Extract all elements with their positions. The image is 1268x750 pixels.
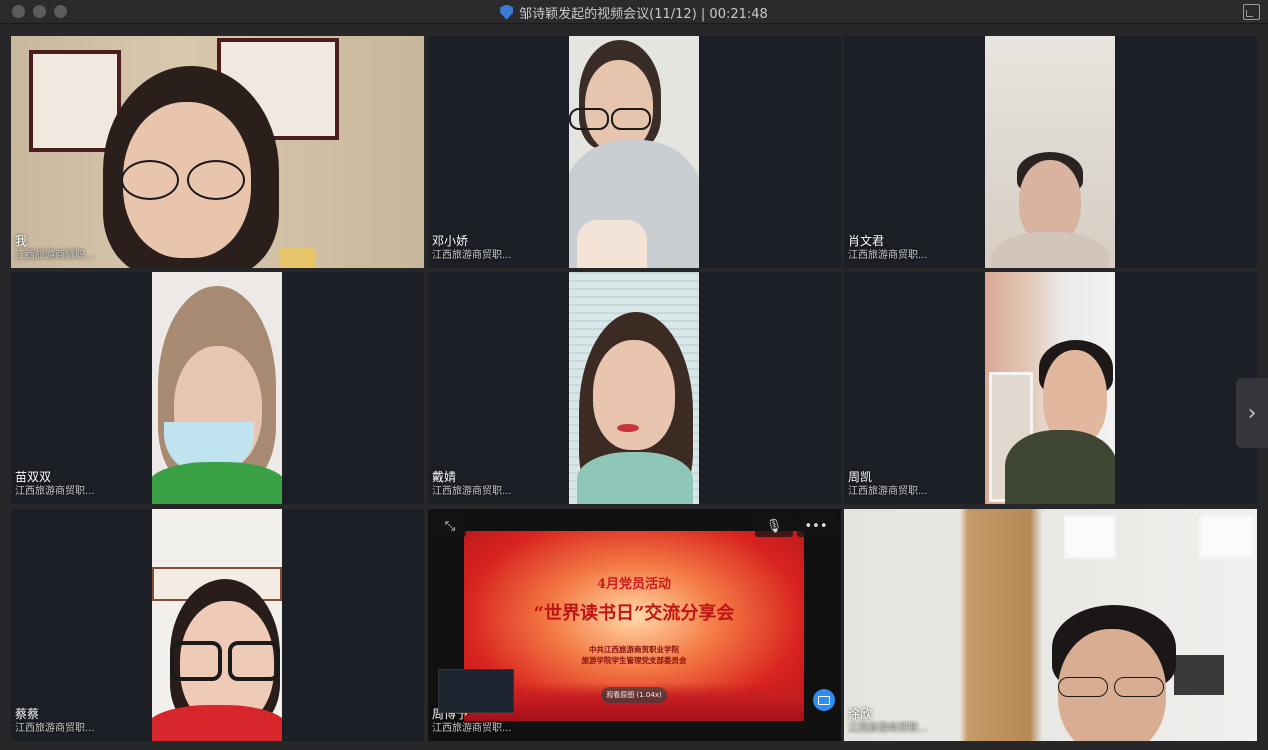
more-icon[interactable]: ••• <box>797 515 835 537</box>
video-feed <box>985 272 1115 504</box>
body <box>991 232 1109 268</box>
participant-org: 江西旅游商贸职... <box>848 486 928 497</box>
participant-tile[interactable]: 邓小娇 江西旅游商贸职... <box>428 36 841 268</box>
shield-icon[interactable] <box>500 4 514 20</box>
participant-name: 戴婧 <box>432 470 457 484</box>
participant-org: 江西旅游商贸职... <box>848 723 928 734</box>
participant-name: 蔡蔡 <box>15 707 40 721</box>
participant-tile[interactable]: 涂欣 江西旅游商贸职... <box>844 509 1257 741</box>
participant-org: 江西旅游商贸职... <box>15 250 95 261</box>
restore-window-icon[interactable] <box>1243 4 1260 20</box>
glasses <box>228 641 280 681</box>
self-thumbnail[interactable] <box>438 669 514 713</box>
body <box>152 462 282 504</box>
glasses <box>187 160 245 200</box>
participant-name: 涂欣 <box>848 707 873 721</box>
participant-org: 江西旅游商贸职... <box>432 250 512 261</box>
participant-tile[interactable]: 肖文君 江西旅游商贸职... <box>844 36 1257 268</box>
slide-title: “世界读书日”交流分享会 <box>533 603 735 624</box>
glasses <box>611 108 651 130</box>
slide-org-line: 中共江西旅游商贸职业学院 <box>589 645 679 654</box>
face <box>593 340 675 450</box>
participant-org: 江西旅游商贸职... <box>432 723 512 734</box>
window-title-area: 邹诗颖发起的视频会议(11/12) | 00:21:48 <box>0 0 1268 24</box>
participant-label: 戴婧 江西旅游商贸职... <box>432 470 512 498</box>
shared-slide: 4月党员活动 “世界读书日”交流分享会 中共江西旅游商贸职业学院 旅游学院学生管… <box>464 531 804 721</box>
participant-label: 周凯 江西旅游商贸职... <box>848 470 928 498</box>
book <box>577 220 647 268</box>
screen-share-icon[interactable] <box>813 689 835 711</box>
participant-label: 肖文君 江西旅游商贸职... <box>848 234 928 262</box>
participant-tile[interactable]: 苗双双 江西旅游商贸职... <box>11 272 424 504</box>
glasses <box>121 160 179 200</box>
chevron-right-icon[interactable]: › <box>1236 378 1268 448</box>
participant-name: 肖文君 <box>848 234 885 248</box>
participant-org: 江西旅游商贸职... <box>15 723 95 734</box>
participant-name: 我 <box>15 234 28 248</box>
participant-tile[interactable]: 蔡蔡 江西旅游商贸职... <box>11 509 424 741</box>
slide-org-line: 旅游学院学生管理党支部委员会 <box>581 656 687 665</box>
participant-name: 周凯 <box>848 470 873 484</box>
face <box>585 60 653 152</box>
jar <box>279 248 315 268</box>
participant-name: 苗双双 <box>15 470 52 484</box>
participant-tile[interactable]: 周凯 江西旅游商贸职... <box>844 272 1257 504</box>
video-feed <box>985 36 1115 268</box>
body <box>1005 430 1115 504</box>
view-original-pill[interactable]: 观看原图 (1.04x) <box>601 687 667 703</box>
participant-org: 江西旅游商贸职... <box>432 486 512 497</box>
expand-icon[interactable]: ⤡ <box>434 515 466 537</box>
video-feed <box>569 36 699 268</box>
glasses <box>569 108 609 130</box>
glasses <box>1114 677 1164 697</box>
body <box>577 452 693 504</box>
window <box>1064 515 1116 559</box>
participant-label: 涂欣 江西旅游商贸职... <box>848 707 928 735</box>
video-feed <box>152 509 282 741</box>
video-feed <box>569 272 699 504</box>
participant-tile-me[interactable]: 我 江西旅游商贸职... <box>11 36 424 268</box>
video-feed <box>152 272 282 504</box>
participant-label: 我 江西旅游商贸职... <box>15 234 95 262</box>
glasses <box>170 641 222 681</box>
participant-tile-screen-share[interactable]: 4月党员活动 “世界读书日”交流分享会 中共江西旅游商贸职业学院 旅游学院学生管… <box>428 509 841 741</box>
mic-off-icon[interactable]: 🎙 <box>755 515 793 537</box>
glasses <box>1058 677 1108 697</box>
participant-label: 蔡蔡 江西旅游商贸职... <box>15 707 95 735</box>
participant-tile[interactable]: 戴婧 江西旅游商贸职... <box>428 272 841 504</box>
participant-label: 苗双双 江西旅游商贸职... <box>15 470 95 498</box>
window-title: 邹诗颖发起的视频会议(11/12) | 00:21:48 <box>519 6 768 22</box>
participant-org: 江西旅游商贸职... <box>848 250 928 261</box>
video-grid: 我 江西旅游商贸职... 邓小娇 江西旅游商贸职... 肖文君 江西旅游商贸职.… <box>0 25 1268 750</box>
body <box>152 705 282 741</box>
participant-org: 江西旅游商贸职... <box>15 486 95 497</box>
lips <box>617 424 639 432</box>
title-bar: 邹诗颖发起的视频会议(11/12) | 00:21:48 <box>0 0 1268 24</box>
window <box>1199 515 1255 559</box>
participant-label: 邓小娇 江西旅游商贸职... <box>432 234 512 262</box>
participant-name: 邓小娇 <box>432 234 469 248</box>
wall-tv <box>1174 655 1224 695</box>
slide-heading: 4月党员活动 <box>596 577 672 592</box>
